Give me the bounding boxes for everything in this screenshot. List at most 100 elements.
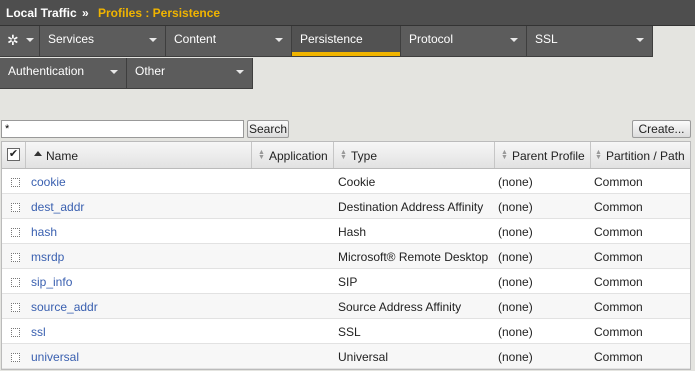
type-cell: Cookie: [338, 175, 376, 189]
profile-name-link[interactable]: ssl: [31, 325, 46, 339]
chevron-down-icon: [275, 38, 283, 42]
tab-content[interactable]: Content: [166, 26, 292, 57]
table-header: ✔ Name ▲ ▼ Application ▲ ▼ Type ▲ ▼ Parent …: [2, 142, 690, 169]
sort-icon: ▲ ▼: [501, 149, 508, 161]
select-all-checkbox[interactable]: ✔: [7, 148, 20, 161]
partition-cell: Common: [594, 325, 643, 339]
profile-name-link[interactable]: cookie: [31, 175, 66, 189]
profile-name-link[interactable]: source_addr: [31, 300, 98, 314]
column-header-application[interactable]: ▲ ▼ Application: [252, 142, 334, 168]
table-row: hash Hash (none) Common: [2, 219, 690, 244]
page-title: Profiles : Persistence: [98, 6, 221, 20]
parent-profile-cell: (none): [498, 200, 533, 214]
row-checkbox[interactable]: [11, 253, 20, 262]
table-row: universal Universal (none) Common: [2, 344, 690, 369]
row-checkbox[interactable]: [11, 228, 20, 237]
chevron-down-icon: [149, 38, 157, 42]
tab-label: Services: [48, 32, 95, 46]
tab-label: Other: [135, 64, 166, 78]
type-cell: Universal: [338, 350, 389, 364]
profile-name-link[interactable]: sip_info: [31, 275, 72, 289]
chevron-down-icon: [110, 70, 118, 74]
column-header-parent-profile[interactable]: ▲ ▼ Parent Profile: [495, 142, 591, 168]
tab-services[interactable]: Services: [40, 26, 166, 57]
profile-name-link[interactable]: universal: [31, 350, 79, 364]
partition-cell: Common: [594, 300, 643, 314]
row-checkbox[interactable]: [11, 278, 20, 287]
parent-profile-cell: (none): [498, 350, 533, 364]
parent-profile-cell: (none): [498, 225, 533, 239]
chevron-down-icon: [236, 70, 244, 74]
partition-cell: Common: [594, 175, 643, 189]
search-input[interactable]: [1, 120, 244, 138]
column-label: Parent Profile: [512, 149, 585, 163]
column-label: Name: [46, 149, 79, 163]
row-checkbox[interactable]: [11, 328, 20, 337]
partition-cell: Common: [594, 250, 643, 264]
table-row: source_addr Source Address Affinity (non…: [2, 294, 690, 319]
column-header-partition[interactable]: ▲ ▼ Partition / Path: [591, 142, 690, 168]
sort-ascending-icon: [34, 151, 42, 156]
parent-profile-cell: (none): [498, 175, 533, 189]
active-tab-indicator: [292, 52, 400, 56]
create-button[interactable]: Create...: [632, 120, 691, 138]
table-row: sip_info SIP (none) Common: [2, 269, 690, 294]
column-label: Partition / Path: [606, 149, 685, 163]
profile-name-link[interactable]: msrdp: [31, 250, 64, 264]
tab-label: Authentication: [8, 64, 85, 78]
row-checkbox[interactable]: [11, 203, 20, 212]
breadcrumb: Local Traffic » Profiles : Persistence: [0, 0, 695, 26]
profile-name-link[interactable]: dest_addr: [31, 200, 84, 214]
partition-cell: Common: [594, 350, 643, 364]
sort-icon: ▲ ▼: [340, 149, 347, 161]
column-label: Type: [351, 149, 378, 163]
profiles-table: ✔ Name ▲ ▼ Application ▲ ▼ Type ▲ ▼ Parent …: [1, 141, 691, 370]
breadcrumb-section[interactable]: Local Traffic: [6, 6, 77, 20]
tab-other[interactable]: Other: [127, 58, 253, 89]
partition-cell: Common: [594, 200, 643, 214]
type-cell: Hash: [338, 225, 367, 239]
chevron-down-icon: [510, 38, 518, 42]
tab-label: Persistence: [300, 32, 363, 46]
select-all-header[interactable]: ✔: [2, 142, 26, 168]
type-cell: Destination Address Affinity: [338, 200, 484, 214]
search-button[interactable]: Search: [247, 120, 289, 138]
tab-label: SSL: [535, 32, 558, 46]
tab-authentication[interactable]: Authentication: [0, 58, 127, 89]
type-cell: SSL: [338, 325, 361, 339]
tab-label: Protocol: [409, 32, 454, 46]
column-label: Application: [269, 149, 328, 163]
table-row: ssl SSL (none) Common: [2, 319, 690, 344]
type-cell: Source Address Affinity: [338, 300, 462, 314]
table-row: cookie Cookie (none) Common: [2, 169, 690, 194]
partition-cell: Common: [594, 225, 643, 239]
parent-profile-cell: (none): [498, 250, 533, 264]
parent-profile-cell: (none): [498, 300, 533, 314]
content-spacer: [0, 90, 695, 120]
tab-ssl[interactable]: SSL: [527, 26, 653, 57]
sort-icon: ▲ ▼: [595, 149, 602, 161]
gear-icon: ✲: [7, 32, 19, 48]
settings-menu-tab[interactable]: ✲: [0, 26, 40, 57]
row-checkbox[interactable]: [11, 353, 20, 362]
profile-name-link[interactable]: hash: [31, 225, 57, 239]
type-cell: SIP: [338, 275, 358, 289]
parent-profile-cell: (none): [498, 325, 533, 339]
parent-profile-cell: (none): [498, 275, 533, 289]
table-row: msrdp Microsoft® Remote Desktop (none) C…: [2, 244, 690, 269]
chevron-down-icon: [26, 38, 34, 42]
sort-icon: ▲ ▼: [258, 149, 265, 161]
table-row: dest_addr Destination Address Affinity (…: [2, 194, 690, 219]
tab-persistence[interactable]: Persistence: [292, 26, 401, 57]
type-cell: Microsoft® Remote Desktop: [338, 250, 489, 264]
chevron-down-icon: [636, 38, 644, 42]
row-checkbox[interactable]: [11, 178, 20, 187]
tab-protocol[interactable]: Protocol: [401, 26, 527, 57]
breadcrumb-separator: »: [82, 6, 89, 20]
table-body: cookie Cookie (none) Common dest_addr De…: [2, 169, 690, 369]
tab-label: Content: [174, 32, 217, 46]
column-header-type[interactable]: ▲ ▼ Type: [334, 142, 495, 168]
row-checkbox[interactable]: [11, 303, 20, 312]
column-header-name[interactable]: Name: [26, 142, 252, 168]
partition-cell: Common: [594, 275, 643, 289]
